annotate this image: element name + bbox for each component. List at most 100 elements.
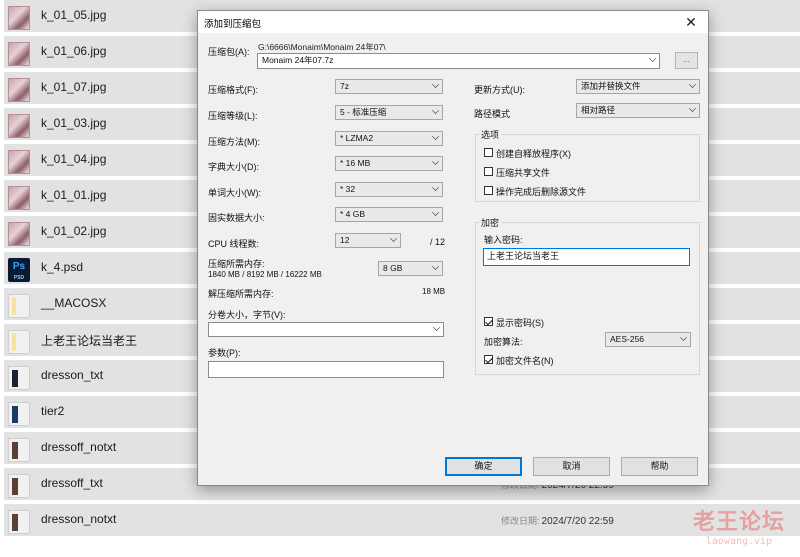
chevron-down-icon bbox=[432, 263, 439, 270]
encryption-method-label: 加密算法: bbox=[484, 337, 523, 347]
folder-icon bbox=[8, 474, 30, 498]
file-name: k_01_06.jpg bbox=[41, 44, 107, 58]
chevron-down-icon bbox=[689, 105, 696, 112]
password-label: 输入密码: bbox=[484, 235, 523, 245]
encryption-method-select[interactable]: AES-256 bbox=[605, 332, 691, 347]
params-label: 参数(P): bbox=[208, 348, 241, 358]
image-file-icon bbox=[8, 222, 30, 246]
word-label: 单词大小(W): bbox=[208, 188, 261, 198]
file-name: k_4.psd bbox=[41, 260, 84, 274]
shared-label: 压缩共享文件 bbox=[496, 168, 551, 178]
dialog-title: 添加到压缩包 bbox=[204, 19, 262, 30]
chevron-down-icon bbox=[432, 133, 439, 140]
file-name: dressoff_notxt bbox=[41, 440, 117, 454]
update-label: 更新方式(U): bbox=[474, 85, 525, 95]
show-password-checkbox[interactable] bbox=[484, 317, 493, 326]
path-mode-label: 路径模式 bbox=[474, 109, 511, 119]
file-name: __MACOSX bbox=[41, 296, 107, 310]
folder-icon bbox=[8, 438, 30, 462]
file-name: k_01_04.jpg bbox=[41, 152, 107, 166]
file-row[interactable]: dresson_notxt 修改日期: 2024/7/20 22:59 bbox=[4, 504, 800, 538]
show-password-label: 显示密码(S) bbox=[496, 318, 544, 328]
folder-icon bbox=[8, 402, 30, 426]
browse-button[interactable]: ... bbox=[675, 52, 698, 69]
archive-label: 压缩包(A): bbox=[208, 47, 250, 57]
chevron-down-icon bbox=[432, 81, 439, 88]
file-name: k_01_01.jpg bbox=[41, 188, 107, 202]
split-size-combo[interactable] bbox=[208, 322, 444, 337]
sfx-checkbox[interactable] bbox=[484, 148, 493, 157]
solid-label: 固实数据大小: bbox=[208, 213, 265, 223]
file-name: dresson_notxt bbox=[41, 512, 117, 526]
file-name: k_01_07.jpg bbox=[41, 80, 107, 94]
file-name: k_01_03.jpg bbox=[41, 116, 107, 130]
modified-date: 修改日期:2024/7/20 22:59 bbox=[501, 516, 614, 527]
file-name: dressoff_txt bbox=[41, 476, 103, 490]
solid-select[interactable]: * 4 GB bbox=[335, 207, 443, 222]
chevron-down-icon bbox=[432, 158, 439, 165]
split-label: 分卷大小，字节(V): bbox=[208, 310, 286, 320]
close-icon[interactable]: ✕ bbox=[680, 12, 702, 32]
photoshop-file-icon: Ps PSD bbox=[8, 258, 30, 282]
chevron-down-icon bbox=[680, 334, 687, 341]
cpu-threads-select[interactable]: 12 bbox=[335, 233, 401, 248]
format-select[interactable]: 7z bbox=[335, 79, 443, 94]
chevron-down-icon bbox=[432, 209, 439, 216]
dialog-titlebar[interactable]: 添加到压缩包 ✕ bbox=[198, 11, 708, 33]
delete-after-label: 操作完成后删除源文件 bbox=[496, 187, 587, 197]
mem-comp-label: 压缩所需内存: bbox=[208, 259, 265, 269]
file-name: tier2 bbox=[41, 404, 65, 418]
word-select[interactable]: * 32 bbox=[335, 182, 443, 197]
chevron-down-icon bbox=[432, 184, 439, 191]
ok-button[interactable]: 确定 bbox=[445, 457, 522, 476]
archive-name-combo[interactable]: Monaim 24年07.7z bbox=[257, 53, 660, 69]
cpu-label: CPU 线程数: bbox=[208, 239, 260, 249]
sfx-label: 创建自释放程序(X) bbox=[496, 149, 571, 159]
chevron-down-icon bbox=[432, 107, 439, 114]
image-file-icon bbox=[8, 6, 30, 30]
image-file-icon bbox=[8, 42, 30, 66]
folder-icon bbox=[8, 510, 30, 534]
chevron-down-icon bbox=[433, 324, 440, 331]
format-label: 压缩格式(F): bbox=[208, 85, 258, 95]
params-input[interactable] bbox=[208, 361, 444, 378]
cpu-total: / 12 bbox=[430, 237, 446, 247]
password-input[interactable]: 上老王论坛当老王 bbox=[483, 248, 690, 266]
file-name: k_01_02.jpg bbox=[41, 224, 107, 238]
path-mode-select[interactable]: 相对路径 bbox=[576, 103, 700, 118]
file-name: 上老王论坛当老王 bbox=[41, 334, 138, 348]
encryption-title: 加密 bbox=[479, 216, 502, 229]
dict-select[interactable]: * 16 MB bbox=[335, 156, 443, 171]
image-file-icon bbox=[8, 114, 30, 138]
level-label: 压缩等级(L): bbox=[208, 111, 258, 121]
encrypt-names-checkbox[interactable] bbox=[484, 355, 493, 364]
image-file-icon bbox=[8, 150, 30, 174]
help-button[interactable]: 帮助 bbox=[621, 457, 698, 476]
add-to-archive-dialog: 添加到压缩包 ✕ 压缩包(A): G:\6666\Monaim\Monaim 2… bbox=[197, 10, 709, 486]
method-label: 压缩方法(M): bbox=[208, 137, 260, 147]
file-name: k_01_05.jpg bbox=[41, 8, 107, 22]
method-select[interactable]: * LZMA2 bbox=[335, 131, 443, 146]
chevron-down-icon bbox=[689, 81, 696, 88]
mem-comp-detail: 1840 MB / 8192 MB / 16222 MB bbox=[208, 270, 322, 279]
mem-decomp-label: 解压缩所需内存: bbox=[208, 289, 274, 299]
file-name: dresson_txt bbox=[41, 368, 104, 382]
encrypt-names-label: 加密文件名(N) bbox=[496, 356, 554, 366]
chevron-down-icon bbox=[390, 235, 397, 242]
shared-checkbox[interactable] bbox=[484, 167, 493, 176]
image-file-icon bbox=[8, 186, 30, 210]
folder-icon bbox=[8, 366, 30, 390]
folder-icon bbox=[8, 294, 30, 318]
level-select[interactable]: 5 - 标准压缩 bbox=[335, 105, 443, 120]
cancel-button[interactable]: 取消 bbox=[533, 457, 610, 476]
image-file-icon bbox=[8, 78, 30, 102]
mem-decomp-value: 18 MB bbox=[422, 287, 446, 296]
update-select[interactable]: 添加并替换文件 bbox=[576, 79, 700, 94]
dict-label: 字典大小(D): bbox=[208, 162, 259, 172]
options-title: 选项 bbox=[479, 128, 502, 141]
chevron-down-icon bbox=[649, 55, 656, 62]
mem-comp-select[interactable]: 8 GB bbox=[378, 261, 443, 276]
archive-path: G:\6666\Monaim\Monaim 24年07\ bbox=[258, 42, 386, 52]
delete-after-checkbox[interactable] bbox=[484, 186, 493, 195]
folder-icon bbox=[8, 330, 30, 354]
